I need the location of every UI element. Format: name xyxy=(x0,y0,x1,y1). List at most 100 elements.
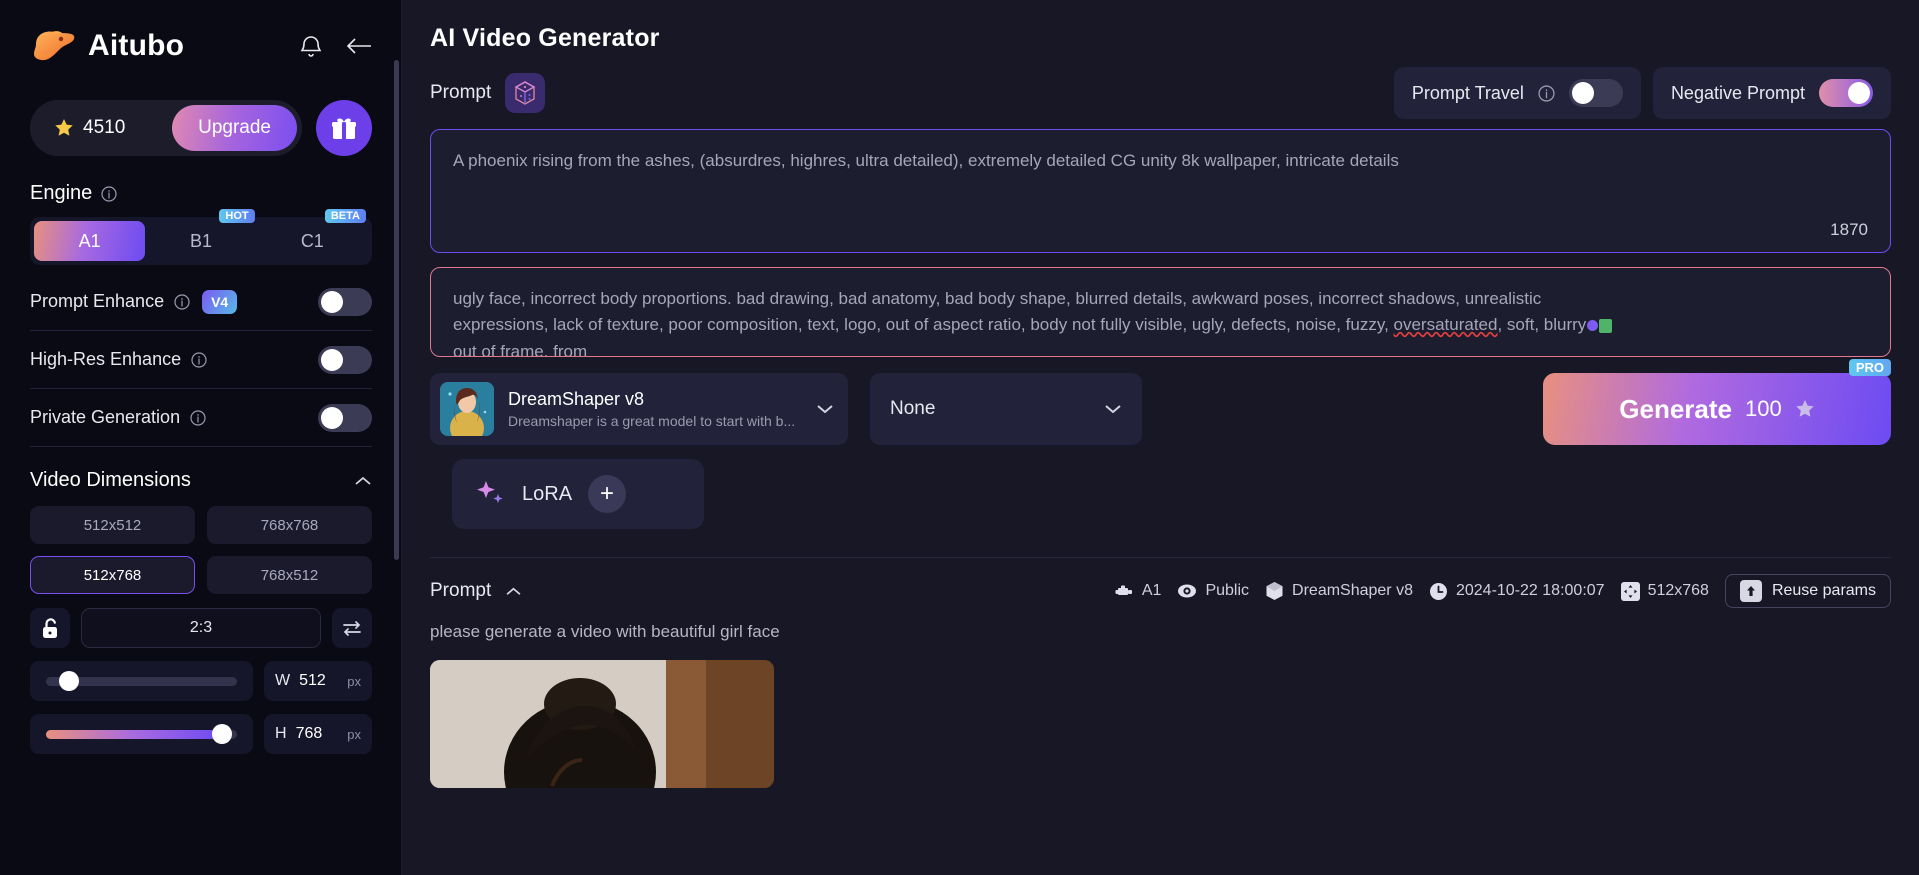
upload-icon xyxy=(1739,580,1762,602)
chevron-down-icon[interactable] xyxy=(1094,403,1122,415)
generate-cost: 100 xyxy=(1745,396,1782,421)
lora-select-value: None xyxy=(890,398,936,419)
width-control-row: W 512 px xyxy=(30,661,372,701)
high-res-enhance-label: High-Res Enhance xyxy=(30,349,182,369)
result-prompt-label: Prompt xyxy=(430,580,492,601)
sidebar: Aitubo 4510 Upgrade Engine A1 HOT B1 BET… xyxy=(0,0,402,875)
chevron-down-icon[interactable] xyxy=(806,403,834,415)
dim-preset-768x768[interactable]: 768x768 xyxy=(207,506,372,544)
result-prompt-text: please generate a video with beautiful g… xyxy=(430,622,780,641)
height-input[interactable]: H 768 px xyxy=(264,714,372,754)
star-icon xyxy=(54,118,74,138)
width-key: W xyxy=(275,672,291,689)
brand-name: Aitubo xyxy=(88,29,185,62)
engine-tab-c1[interactable]: BETA C1 xyxy=(257,209,368,261)
prompt-textarea-value: A phoenix rising from the ashes, (absurd… xyxy=(453,151,1399,170)
meta-timestamp: 2024-10-22 18:00:07 xyxy=(1429,582,1613,601)
info-icon[interactable] xyxy=(190,409,206,426)
height-slider-track[interactable] xyxy=(46,724,237,744)
engine-tab-b1-label: B1 xyxy=(189,230,212,251)
video-dimensions-header[interactable]: Video Dimensions xyxy=(30,469,372,492)
chevron-up-icon[interactable] xyxy=(354,475,372,487)
height-key: H xyxy=(275,725,287,742)
engine-title: Engine xyxy=(30,182,93,204)
lora-add-chip[interactable]: LoRA + xyxy=(452,459,704,529)
engine-tabs: A1 HOT B1 BETA C1 xyxy=(30,209,372,265)
negative-prompt-line-1: ugly face, incorrect body proportions. b… xyxy=(453,289,1542,308)
dim-preset-768x512[interactable]: 768x512 xyxy=(207,556,372,594)
sidebar-scrollbar[interactable] xyxy=(394,60,399,560)
reuse-params-label: Reuse params xyxy=(1771,582,1876,599)
bell-icon[interactable] xyxy=(298,33,324,59)
result-header: Prompt A1 Public DreamShaper v8 2024-10-… xyxy=(430,574,1891,608)
negative-prompt-textarea[interactable]: ugly face, incorrect body proportions. b… xyxy=(430,267,1891,357)
meta-resolution: 512x768 xyxy=(1620,581,1717,601)
page-title: AI Video Generator xyxy=(430,24,660,52)
clock-icon xyxy=(1429,582,1448,601)
dice-cube-icon[interactable] xyxy=(505,73,546,113)
video-dimensions-title: Video Dimensions xyxy=(30,469,191,491)
width-value: 512 xyxy=(299,672,326,689)
gift-icon[interactable] xyxy=(316,100,372,156)
prompt-label: Prompt xyxy=(430,82,492,103)
swap-icon[interactable] xyxy=(332,608,372,648)
height-slider-thumb[interactable] xyxy=(211,724,232,744)
engine-tab-c1-label: C1 xyxy=(300,230,324,251)
width-input[interactable]: W 512 px xyxy=(264,661,372,701)
negative-prompt-line-2b: , soft, blurry xyxy=(1497,315,1587,335)
dim-preset-512x512[interactable]: 512x512 xyxy=(30,506,195,544)
negative-prompt-switch[interactable] xyxy=(1819,79,1873,107)
engine-tab-b1[interactable]: HOT B1 xyxy=(145,209,256,261)
pro-badge: PRO xyxy=(1848,359,1891,376)
upgrade-button[interactable]: Upgrade xyxy=(172,105,297,151)
prompt-enhance-version-badge: V4 xyxy=(202,289,238,314)
cube-icon xyxy=(1265,581,1284,601)
prompt-enhance-label: Prompt Enhance xyxy=(30,291,165,311)
meta-timestamp-label: 2024-10-22 18:00:07 xyxy=(1455,582,1605,599)
prompt-travel-switch[interactable] xyxy=(1568,79,1623,107)
high-res-enhance-switch[interactable] xyxy=(318,345,372,374)
unlock-icon[interactable] xyxy=(30,608,70,648)
negative-prompt-line-3: out of frame, from xyxy=(453,341,588,357)
engine-tab-a1[interactable]: A1 xyxy=(34,221,146,261)
aitubo-logo-icon xyxy=(30,26,78,66)
width-slider[interactable] xyxy=(30,661,253,701)
prompt-textarea[interactable]: A phoenix rising from the ashes, (absurd… xyxy=(430,129,1891,253)
model-selection-row: DreamShaper v8 Dreamshaper is a great mo… xyxy=(430,359,1891,445)
result-meta-row: A1 Public DreamShaper v8 2024-10-22 18:0… xyxy=(1114,574,1891,608)
info-icon[interactable] xyxy=(101,185,117,202)
eye-icon xyxy=(1177,583,1197,599)
result-prompt-toggle[interactable]: Prompt xyxy=(430,580,522,602)
height-control-row: H 768 px xyxy=(30,714,372,754)
model-name: DreamShaper v8 xyxy=(508,389,645,409)
prompt-travel-toggle-group: Prompt Travel xyxy=(1393,67,1641,119)
generate-button[interactable]: Generate 100 xyxy=(1543,373,1891,445)
reuse-params-button[interactable]: Reuse params xyxy=(1724,574,1891,608)
toggle-row-high-res-enhance: High-Res Enhance xyxy=(30,331,372,389)
width-slider-track[interactable] xyxy=(46,671,237,691)
model-thumbnail xyxy=(440,382,494,436)
private-generation-switch[interactable] xyxy=(318,403,372,432)
lora-select[interactable]: None xyxy=(870,373,1142,445)
sidebar-header-actions xyxy=(298,33,372,59)
add-lora-button[interactable]: + xyxy=(588,475,627,513)
dim-preset-512x768[interactable]: 512x768 xyxy=(30,556,195,594)
prompt-enhance-switch[interactable] xyxy=(318,287,372,316)
meta-model-label: DreamShaper v8 xyxy=(1292,582,1413,599)
info-icon[interactable] xyxy=(1538,84,1555,102)
width-slider-thumb[interactable] xyxy=(58,671,79,691)
resize-icon xyxy=(1620,581,1640,601)
info-icon[interactable] xyxy=(191,351,207,368)
model-selector[interactable]: DreamShaper v8 Dreamshaper is a great mo… xyxy=(430,373,848,445)
chevron-up-icon[interactable] xyxy=(505,586,522,597)
height-slider[interactable] xyxy=(30,714,253,754)
result-thumbnail[interactable] xyxy=(430,660,774,788)
info-icon[interactable] xyxy=(174,293,190,310)
model-description: Dreamshaper is a great model to start wi… xyxy=(508,413,796,429)
negative-prompt-misspelled-word: oversaturated xyxy=(1393,315,1498,335)
height-value: 768 xyxy=(295,725,323,742)
aspect-ratio-value[interactable]: 2:3 xyxy=(81,608,321,648)
toggle-row-private-generation: Private Generation xyxy=(30,389,372,447)
toggle-row-prompt-enhance: Prompt Enhance V4 xyxy=(30,273,372,331)
back-arrow-icon[interactable] xyxy=(346,33,372,59)
